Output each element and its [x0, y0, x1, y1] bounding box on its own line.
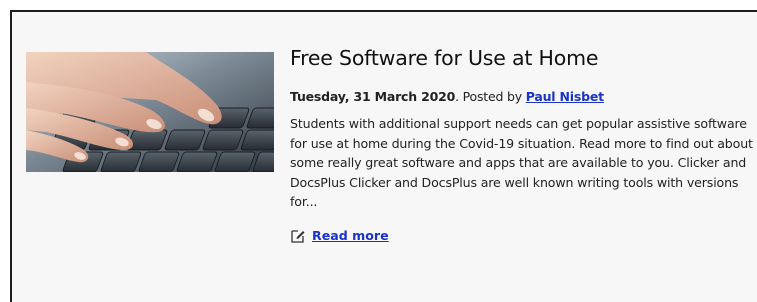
- post-title[interactable]: Free Software for Use at Home: [290, 46, 757, 70]
- author-link[interactable]: Paul Nisbet: [526, 89, 604, 104]
- read-more[interactable]: Read more: [290, 228, 757, 244]
- edit-icon: [290, 228, 306, 244]
- post-card: Free Software for Use at Home Tuesday, 3…: [10, 10, 757, 302]
- post-content: Free Software for Use at Home Tuesday, 3…: [290, 46, 757, 244]
- excerpt-line: some really great software and apps that…: [290, 155, 747, 171]
- post-thumbnail[interactable]: [26, 52, 274, 172]
- excerpt-line: for use at home during the Covid-19 situ…: [290, 135, 753, 151]
- post-meta: Tuesday, 31 March 2020. Posted by Paul N…: [290, 89, 757, 104]
- post-date: Tuesday, 31 March 2020: [290, 89, 456, 104]
- read-more-link[interactable]: Read more: [312, 228, 389, 243]
- posted-by-label: . Posted by: [455, 89, 526, 104]
- keyboard-typing-image: [26, 52, 274, 172]
- excerpt-line: Students with additional support needs c…: [290, 116, 747, 131]
- excerpt-line: DocsPlus Clicker and DocsPlus are well k…: [290, 174, 739, 190]
- excerpt-line: for...: [290, 194, 318, 210]
- post-excerpt: Students with additional support needs c…: [290, 114, 757, 212]
